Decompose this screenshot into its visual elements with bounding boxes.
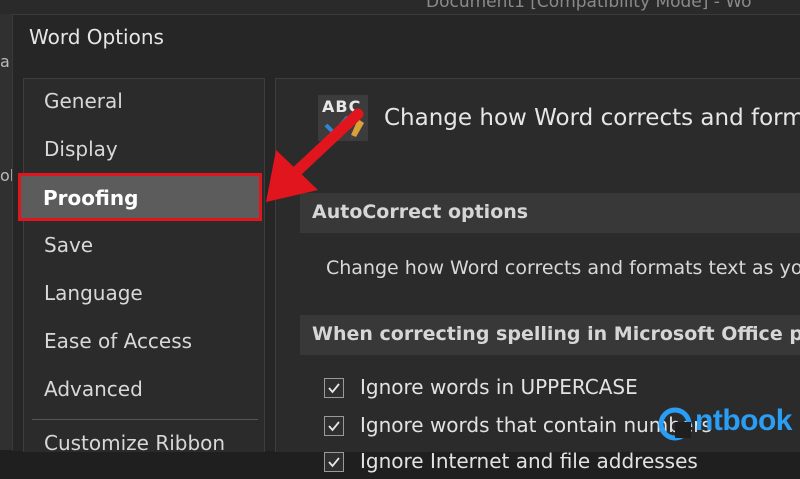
checkbox-label: Ignore words in UPPERCASE — [360, 375, 638, 399]
nav-item-label: Save — [44, 233, 94, 257]
nav-item-label: Language — [44, 281, 143, 305]
section-header-autocorrect: AutoCorrect options — [300, 193, 800, 233]
nav-item-label: Proofing — [43, 186, 139, 210]
watermark-text: ntbook — [695, 404, 792, 437]
checkbox[interactable] — [324, 452, 344, 472]
page-heading: Change how Word corrects and formats — [384, 105, 800, 131]
background-window-title: Document1 [Compatibility Mode] - Wo — [426, 0, 752, 12]
nav-item-label: Customize Ribbon — [44, 431, 226, 455]
nav-divider — [32, 419, 258, 420]
background-title-bar: Document1 [Compatibility Mode] - Wo — [0, 0, 800, 14]
nav-item-display[interactable]: Display — [24, 129, 264, 173]
nav-item-label: Advanced — [44, 377, 143, 401]
nav-item-save[interactable]: Save — [24, 225, 264, 269]
nav-item-customize-ribbon[interactable]: Customize Ribbon — [24, 423, 264, 467]
nav-item-proofing[interactable]: Proofing — [18, 173, 262, 221]
watermark-logo-icon — [658, 407, 692, 441]
checkbox[interactable] — [324, 416, 344, 436]
nav-item-advanced[interactable]: Advanced — [24, 369, 264, 413]
nav-item-ease-of-access[interactable]: Ease of Access — [24, 321, 264, 365]
section-header-spelling: When correcting spelling in Microsoft Of… — [300, 315, 800, 355]
nav-item-language[interactable]: Language — [24, 273, 264, 317]
nav-item-label: Ease of Access — [44, 329, 193, 353]
dialog-title: Word Options — [29, 25, 164, 49]
section-title: When correcting spelling in Microsoft Of… — [312, 323, 800, 345]
nav-item-label: Display — [44, 137, 118, 161]
background-window-edge: a ok — [0, 14, 19, 450]
checkbox[interactable] — [324, 378, 344, 398]
red-arrow-annotation — [266, 108, 364, 202]
checkbox-label: Ignore Internet and file addresses — [360, 449, 698, 473]
nav-item-label: General — [44, 89, 123, 113]
background-edge-text: a — [0, 52, 10, 71]
options-nav: General Display Proofing Save Language E… — [18, 78, 265, 455]
word-options-dialog: Word Options General Display Proofing Sa… — [12, 14, 800, 473]
nav-item-general[interactable]: General — [24, 81, 264, 125]
autocorrect-description: Change how Word corrects and formats tex… — [326, 257, 800, 279]
watermark: ntbook — [655, 398, 800, 448]
